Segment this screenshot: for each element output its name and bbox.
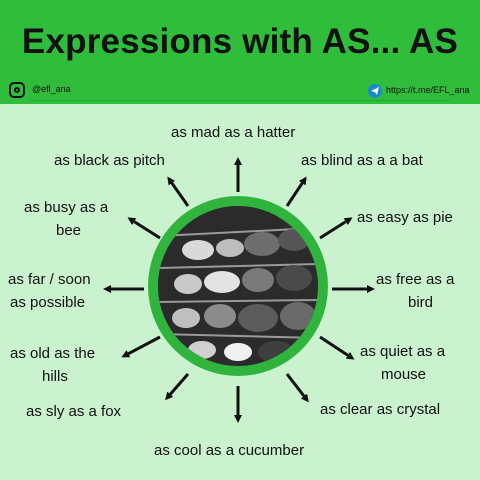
arrow-icon	[121, 335, 161, 358]
phrase-old-line2: hills	[42, 368, 68, 385]
phrase-blind: as blind as a a bat	[301, 152, 423, 169]
arrow-icon	[285, 176, 307, 207]
arrow-icon	[165, 373, 190, 401]
phrase-far-line1: as far / soon	[8, 271, 91, 288]
arrow-icon	[319, 335, 355, 360]
phrase-clear: as clear as crystal	[320, 401, 441, 418]
phrase-quiet-line1: as quiet as a	[360, 343, 446, 360]
phrase-old-line1: as old as the	[10, 345, 96, 362]
arrow-icon	[127, 217, 161, 240]
phrase-far-line2: as possible	[10, 294, 86, 311]
phrase-quiet-line2: mouse	[381, 366, 427, 383]
phrase-free-line2: bird	[408, 294, 434, 311]
phrase-sly: as sly as a fox	[26, 403, 122, 420]
arrow-icon	[167, 176, 190, 207]
phrase-easy: as easy as pie	[357, 209, 453, 226]
phrase-black: as black as pitch	[54, 152, 165, 169]
phrase-cool: as cool as a cucumber	[154, 442, 305, 459]
hats-photo	[158, 206, 318, 366]
phrase-busy-line1: as busy as a	[24, 199, 109, 216]
arrow-icon	[285, 373, 309, 403]
hats-shelf-image	[158, 206, 318, 366]
phrase-busy-line2: bee	[56, 222, 82, 239]
phrase-mad: as mad as a hatter	[171, 124, 296, 141]
arrow-icon	[319, 217, 353, 240]
phrase-free-line1: as free as a	[376, 271, 455, 288]
